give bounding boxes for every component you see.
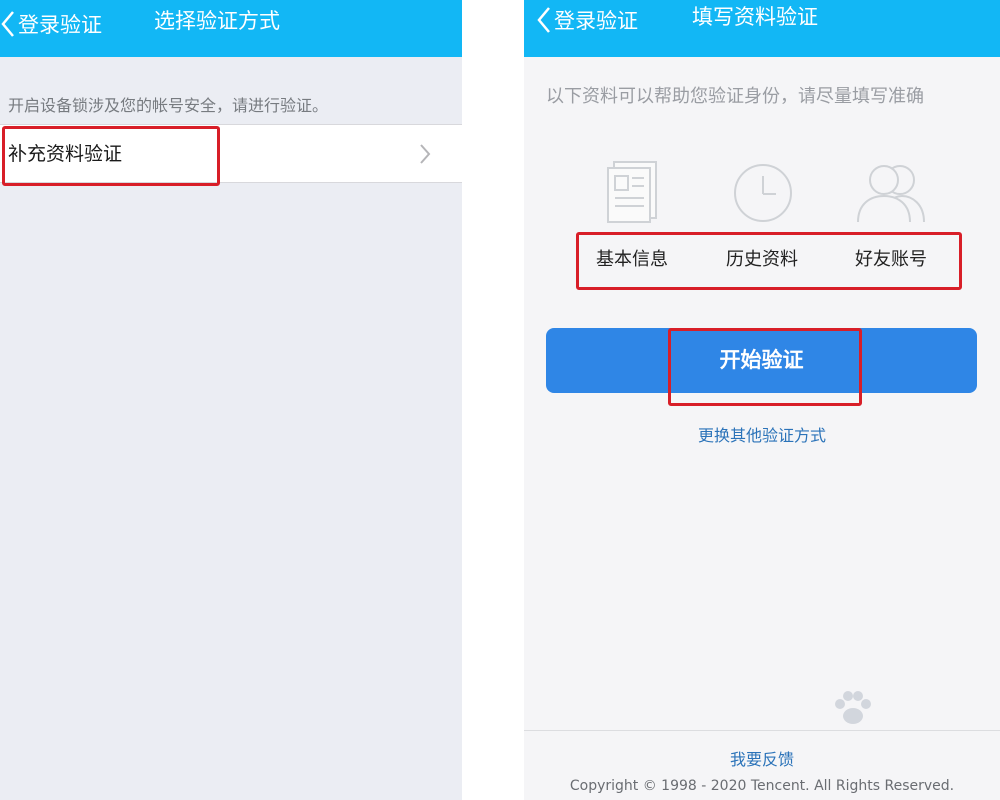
clock-icon bbox=[734, 164, 792, 222]
option-label: 补充资料验证 bbox=[8, 143, 123, 165]
copyright-text: Copyright © 1998 - 2020 Tencent. All Rig… bbox=[569, 778, 955, 794]
friends-icon bbox=[857, 165, 925, 223]
document-icon bbox=[607, 161, 657, 223]
nav-bar: 登录验证 填写资料验证 bbox=[524, 0, 1000, 57]
back-label: 登录验证 bbox=[554, 8, 638, 33]
category-basic-info: 基本信息 bbox=[596, 249, 668, 270]
back-button[interactable]: 登录验证 bbox=[536, 0, 638, 48]
hint-text: 以下资料可以帮助您验证身份，请尽量填写准确 bbox=[546, 86, 924, 107]
page-title: 选择验证方式 bbox=[154, 9, 280, 33]
category-history: 历史资料 bbox=[726, 249, 798, 270]
back-chevron-icon bbox=[1, 10, 14, 37]
category-friend-accounts: 好友账号 bbox=[855, 249, 927, 270]
page-title: 填写资料验证 bbox=[692, 5, 818, 29]
switch-method-link[interactable]: 更换其他验证方式 bbox=[524, 422, 1000, 446]
start-verification-button[interactable]: 开始验证 bbox=[546, 328, 977, 393]
hint-text: 开启设备锁涉及您的帐号安全，请进行验证。 bbox=[8, 96, 329, 115]
feedback-link[interactable]: 我要反馈 bbox=[524, 746, 1000, 770]
footer-divider bbox=[524, 730, 1000, 731]
nav-bar: 登录验证 选择验证方式 bbox=[0, 0, 462, 57]
back-button[interactable]: 登录验证 bbox=[0, 0, 102, 52]
back-chevron-icon bbox=[537, 6, 550, 33]
supplement-info-option[interactable]: 补充资料验证 bbox=[0, 124, 462, 183]
right-screen: 登录验证 填写资料验证 以下资料可以帮助您验证身份，请尽量填写准确 基本信息 历… bbox=[524, 0, 1000, 800]
left-screen: 登录验证 选择验证方式 开启设备锁涉及您的帐号安全，请进行验证。 补充资料验证 bbox=[0, 0, 462, 800]
back-label: 登录验证 bbox=[18, 12, 102, 37]
chevron-right-icon bbox=[420, 144, 431, 164]
